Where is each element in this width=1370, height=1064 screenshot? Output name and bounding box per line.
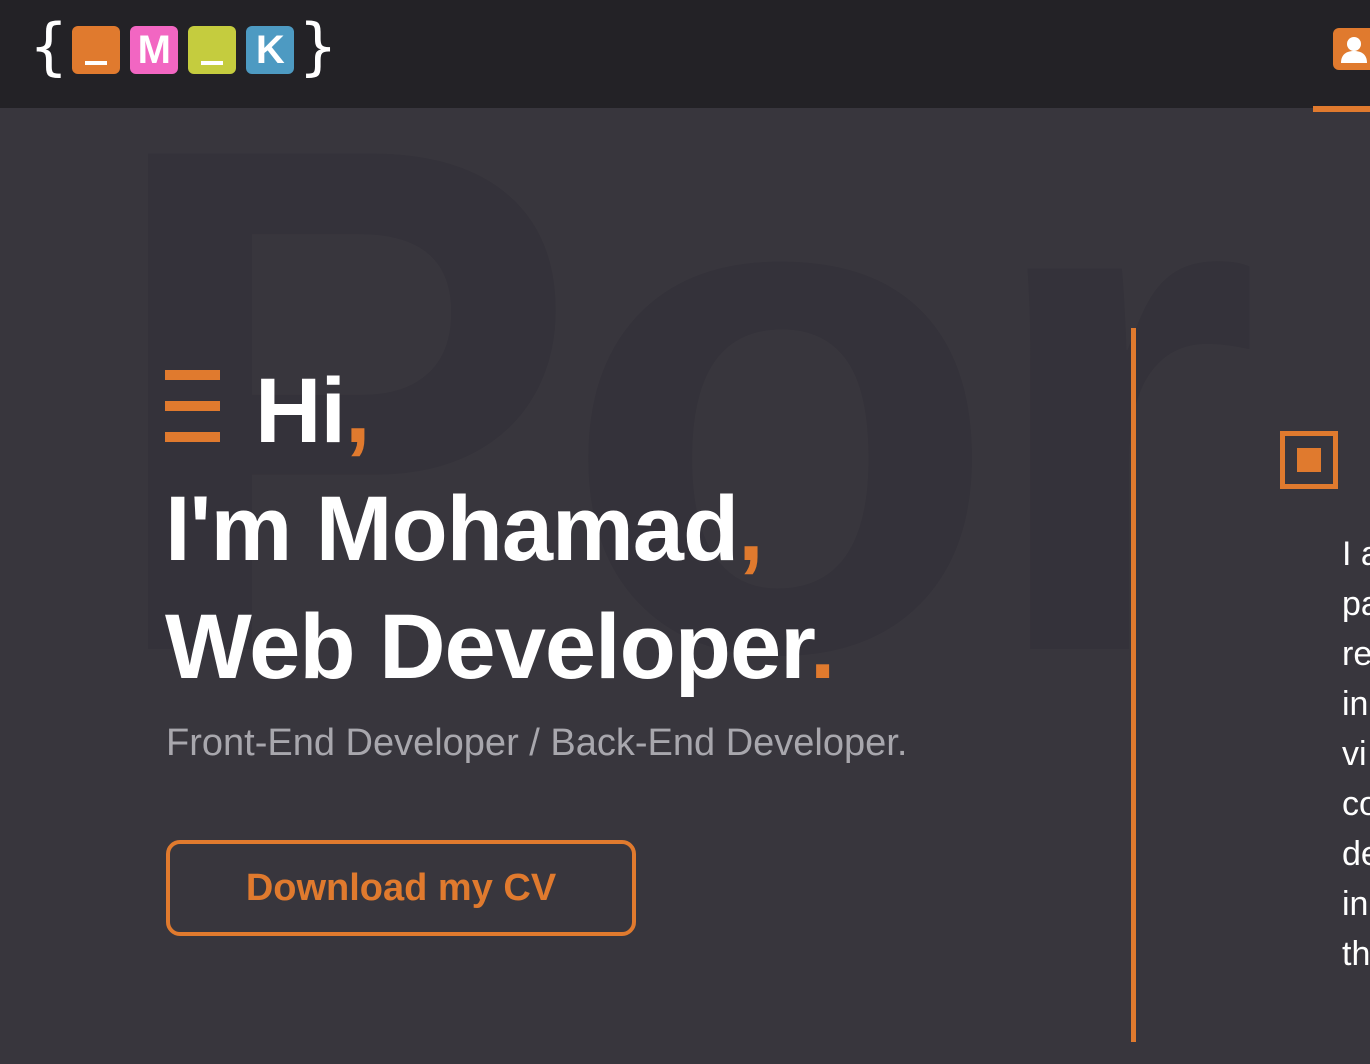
role-period: . — [809, 596, 836, 698]
about-line: vi — [1342, 735, 1367, 773]
about-line: re — [1342, 635, 1370, 673]
about-line: th — [1342, 935, 1370, 973]
name-text: I'm Mohamad — [165, 478, 739, 580]
about-line: in — [1342, 885, 1369, 923]
about-line: pa — [1342, 585, 1370, 623]
square-icon — [1280, 431, 1338, 489]
about-line: in — [1342, 685, 1369, 723]
about-text: I a pa re in vi co de in th — [1342, 529, 1370, 979]
about-line: co — [1342, 785, 1370, 823]
greeting-text: Hi — [255, 360, 346, 462]
logo-brace-open: { — [30, 10, 68, 83]
hero-heading: Hi, I'm Mohamad, Web Developer. — [165, 352, 836, 706]
active-nav-underline — [1313, 106, 1370, 112]
vertical-divider — [1131, 328, 1136, 1042]
about-line: I a — [1342, 535, 1370, 573]
hero-line-name: I'm Mohamad, — [165, 470, 834, 588]
hero-line-greeting: Hi, — [165, 352, 834, 470]
user-profile-button[interactable] — [1333, 28, 1370, 70]
greeting-comma: , — [345, 360, 371, 462]
name-comma: , — [738, 478, 764, 580]
role-text: Web Developer — [165, 596, 811, 698]
download-cv-button[interactable]: Download my CV — [166, 840, 636, 936]
hero-line-role: Web Developer. — [165, 588, 836, 706]
about-line: de — [1342, 835, 1370, 873]
hero-subtitle: Front-End Developer / Back-End Developer… — [166, 722, 908, 764]
user-icon — [1341, 37, 1367, 63]
menu-icon[interactable] — [165, 370, 220, 442]
